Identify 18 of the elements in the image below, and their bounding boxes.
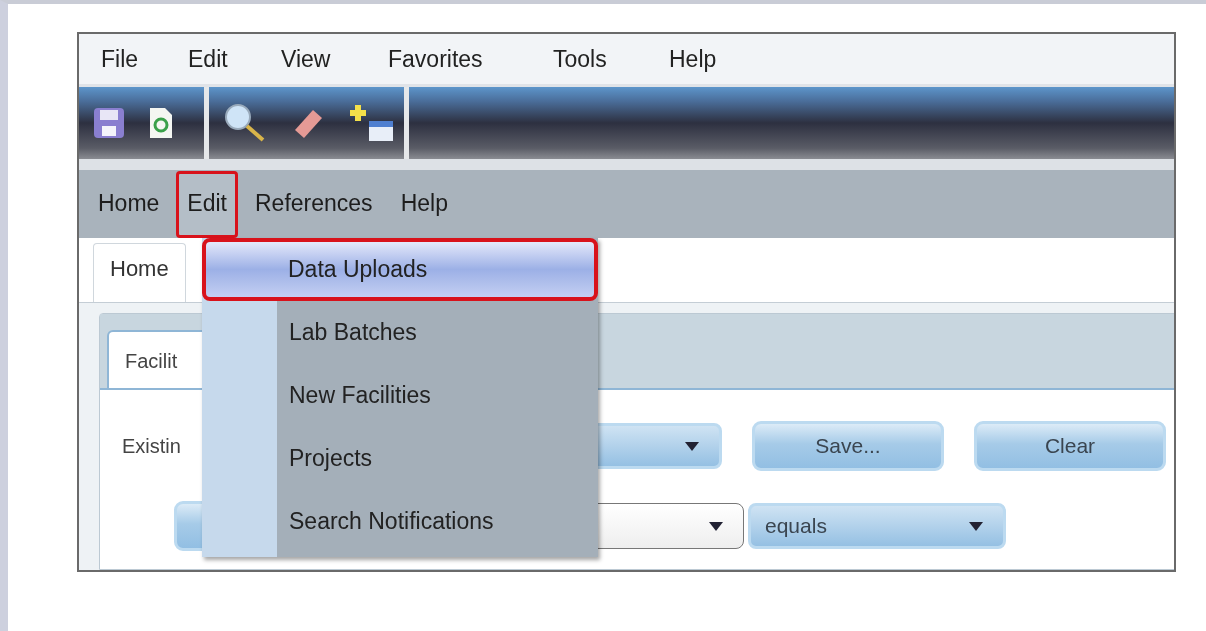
menu-item[interactable]: Projects — [202, 427, 598, 490]
tab[interactable]: Home — [93, 243, 186, 302]
action-button[interactable]: Clear — [974, 421, 1166, 471]
menu-item[interactable]: Data Uploads — [202, 238, 598, 301]
field-label: Existin — [122, 434, 182, 458]
menu-item[interactable]: Help — [669, 45, 749, 73]
menu-item[interactable]: File — [101, 45, 188, 73]
menu-item[interactable]: References — [244, 170, 384, 238]
menu-item[interactable]: View — [281, 45, 388, 73]
menu-item[interactable]: Favorites — [388, 45, 553, 73]
menu-item[interactable]: Tools — [553, 45, 669, 73]
operator-dropdown[interactable]: equals — [748, 503, 1006, 549]
menu-item[interactable]: Home — [87, 170, 171, 238]
menu-item[interactable]: Help — [389, 170, 459, 238]
menu-item[interactable]: Edit — [188, 45, 281, 73]
action-button[interactable]: Save... — [752, 421, 944, 471]
menu-item[interactable]: Search Notifications — [202, 490, 598, 553]
menu-item[interactable]: Edit — [176, 170, 238, 238]
